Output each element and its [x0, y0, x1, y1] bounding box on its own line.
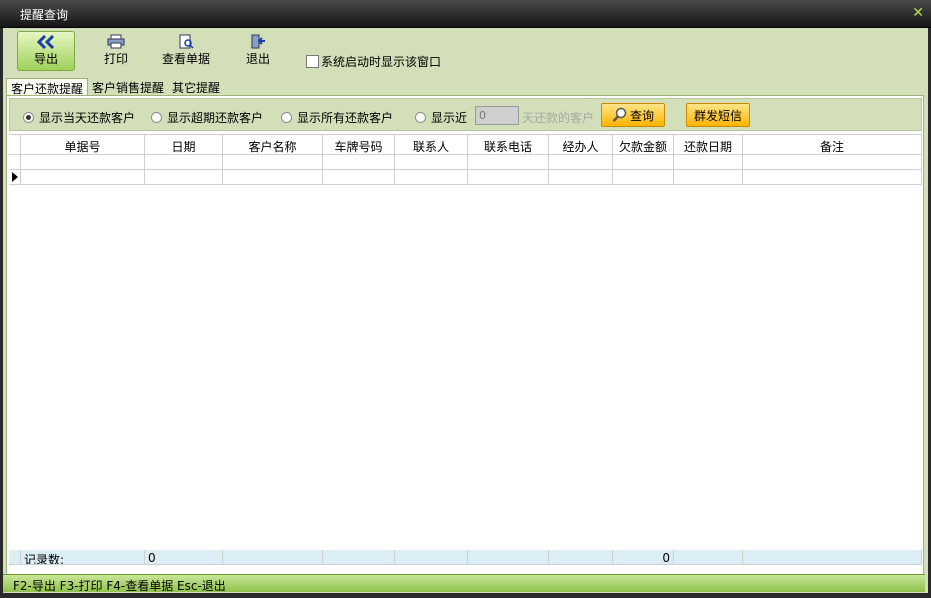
radio-all-label: 显示所有还款客户 — [297, 111, 394, 125]
print-button[interactable]: 打印 — [95, 31, 137, 71]
exit-label: 退出 — [245, 52, 270, 66]
table-cell[interactable] — [743, 170, 922, 185]
table-cell[interactable] — [674, 170, 743, 185]
column-header[interactable]: 联系人 — [395, 134, 468, 155]
search-icon — [612, 107, 627, 122]
exit-button[interactable]: 退出 — [237, 31, 279, 71]
view-document-label: 查看单据 — [161, 52, 210, 66]
current-row-indicator — [9, 170, 21, 185]
checkbox-box[interactable] — [306, 55, 319, 68]
tab-panel: 显示当天还款客户 显示超期还款客户 显示所有还款客户 显示近 天还款的客户 — [6, 95, 924, 580]
export-button[interactable]: 导出 — [17, 31, 75, 71]
record-count-label: 记录数: — [21, 550, 145, 565]
table-cell[interactable] — [613, 155, 674, 170]
row-pointer-icon — [12, 172, 18, 182]
days-suffix-label: 天还款的客户 — [522, 111, 595, 125]
printer-icon — [107, 34, 125, 49]
radio-dot[interactable] — [151, 112, 162, 123]
table-row-current[interactable] — [9, 170, 922, 185]
mass-sms-label: 群发短信 — [693, 108, 742, 123]
radio-today[interactable]: 显示当天还款客户 — [23, 109, 135, 126]
amount-total-value: 0 — [613, 550, 674, 565]
tab-other[interactable]: 其它提醒 — [168, 78, 224, 96]
query-button[interactable]: 查询 — [601, 103, 665, 127]
close-icon[interactable]: ✕ — [912, 5, 924, 21]
query-label: 查询 — [629, 108, 654, 123]
table-cell[interactable] — [323, 170, 395, 185]
footer-cell — [549, 550, 613, 565]
radio-all[interactable]: 显示所有还款客户 — [281, 109, 393, 126]
row-indicator — [9, 155, 21, 170]
radio-overdue-label: 显示超期还款客户 — [167, 111, 264, 125]
tab-bar: 客户还款提醒 客户销售提醒 其它提醒 — [6, 78, 224, 96]
table-cell[interactable] — [395, 155, 468, 170]
tab-customer-repayment[interactable]: 客户还款提醒 — [6, 78, 89, 96]
record-count-value: 0 — [145, 550, 223, 565]
table-cell[interactable] — [21, 155, 145, 170]
radio-overdue[interactable]: 显示超期还款客户 — [151, 109, 263, 126]
exit-door-icon — [251, 34, 265, 49]
column-header[interactable]: 车牌号码 — [323, 134, 395, 155]
table-cell[interactable] — [395, 170, 468, 185]
document-search-icon — [179, 34, 194, 49]
table-cell[interactable] — [468, 170, 549, 185]
column-header[interactable]: 欠款金额 — [613, 134, 674, 155]
radio-dot[interactable] — [415, 112, 426, 123]
status-bar: F2-导出 F3-打印 F4-查看单据 Esc-退出 — [3, 574, 925, 593]
column-header[interactable]: 联系电话 — [468, 134, 549, 155]
footer-cell — [743, 550, 922, 565]
table-cell[interactable] — [613, 170, 674, 185]
radio-dot[interactable] — [23, 112, 34, 123]
column-header[interactable]: 经办人 — [549, 134, 613, 155]
table-cell[interactable] — [223, 155, 323, 170]
footer-cell — [323, 550, 395, 565]
export-label: 导出 — [33, 52, 58, 66]
mass-sms-button[interactable]: 群发短信 — [686, 103, 750, 127]
print-label: 打印 — [103, 52, 128, 66]
grid-header-row: 单据号 日期 客户名称 车牌号码 联系人 联系电话 经办人 欠款金额 还款日期 … — [9, 134, 922, 155]
radio-today-label: 显示当天还款客户 — [39, 111, 136, 125]
table-cell[interactable] — [145, 155, 223, 170]
table-cell[interactable] — [674, 155, 743, 170]
double-chevron-left-icon — [36, 35, 55, 49]
radio-dot[interactable] — [281, 112, 292, 123]
footer-indicator — [9, 550, 21, 565]
footer-cell — [468, 550, 549, 565]
data-grid[interactable]: 单据号 日期 客户名称 车牌号码 联系人 联系电话 经办人 欠款金额 还款日期 … — [9, 134, 922, 577]
table-row[interactable] — [9, 155, 922, 170]
table-cell[interactable] — [21, 170, 145, 185]
radio-recent-days[interactable]: 显示近 — [415, 109, 467, 126]
window-title: 提醒查询 — [20, 8, 69, 22]
startup-show-checkbox[interactable]: 系统启动时显示该窗口 — [306, 53, 441, 70]
table-cell[interactable] — [323, 155, 395, 170]
main-frame: 导出 打印 查看单据 退出 系统启动时显示该窗口 客户还款提醒 客户销售提醒 其… — [3, 28, 928, 593]
column-header[interactable]: 备注 — [743, 134, 922, 155]
days-input[interactable] — [475, 106, 519, 125]
window: 提醒查询 ✕ 导出 打印 查看单据 退出 系统启动时显示该窗口 客户还款提醒 客… — [0, 0, 931, 598]
grid-footer-row: 记录数: 0 0 — [9, 550, 922, 565]
table-cell[interactable] — [468, 155, 549, 170]
radio-recent-days-label: 显示近 — [431, 111, 468, 125]
table-cell[interactable] — [743, 155, 922, 170]
row-indicator-header — [9, 134, 21, 155]
footer-cell — [395, 550, 468, 565]
table-cell[interactable] — [223, 170, 323, 185]
table-cell[interactable] — [549, 170, 613, 185]
footer-cell — [674, 550, 743, 565]
table-cell[interactable] — [549, 155, 613, 170]
table-cell[interactable] — [145, 170, 223, 185]
column-header[interactable]: 单据号 — [21, 134, 145, 155]
tab-customer-sales[interactable]: 客户销售提醒 — [88, 78, 168, 96]
view-document-button[interactable]: 查看单据 — [155, 31, 217, 71]
startup-show-label: 系统启动时显示该窗口 — [321, 55, 442, 69]
footer-cell — [223, 550, 323, 565]
filter-bar: 显示当天还款客户 显示超期还款客户 显示所有还款客户 显示近 天还款的客户 — [9, 98, 922, 131]
title-bar: 提醒查询 ✕ — [0, 0, 931, 28]
column-header[interactable]: 还款日期 — [674, 134, 743, 155]
column-header[interactable]: 日期 — [145, 134, 223, 155]
column-header[interactable]: 客户名称 — [223, 134, 323, 155]
